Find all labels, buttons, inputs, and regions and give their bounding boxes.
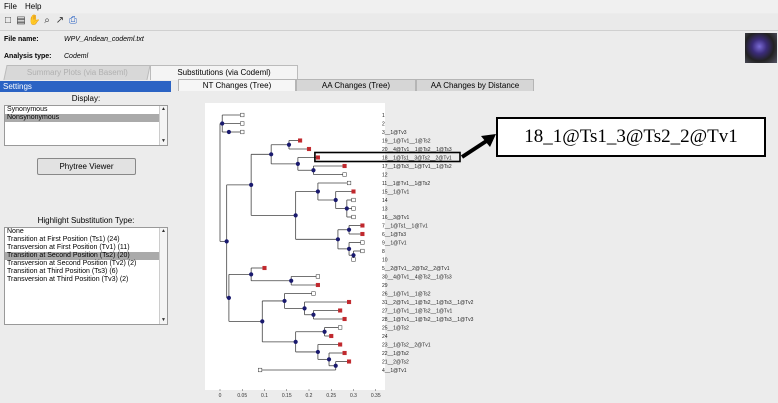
highlight-label: Highlight Substitution Type: (37, 216, 135, 225)
highlight-option-selected[interactable]: Transition at Second Position (Ts2) (20) (5, 252, 167, 260)
tree-leaf-label: 23__1@Ts2__2@Tv1 (382, 343, 431, 349)
display-option-synonymous[interactable]: Synonymous (5, 106, 167, 114)
select-icon[interactable]: ↗ (54, 15, 66, 27)
scroll-down-icon[interactable]: ▼ (161, 318, 166, 323)
tree-plot-area (205, 103, 385, 390)
pan-hand-icon[interactable]: ✋ (28, 15, 40, 27)
highlight-option[interactable]: Transversion at Second Position (Tv2) (2… (5, 260, 167, 268)
import-icon[interactable]: ▤ (15, 15, 27, 27)
highlight-option[interactable]: Transversion at Third Position (Tv3) (2) (5, 276, 167, 284)
sub-tabs: NT Changes (Tree) AA Changes (Tree) AA C… (178, 79, 738, 91)
highlight-option[interactable]: Transition at Third Position (Ts3) (6) (5, 268, 167, 276)
zoom-icon[interactable]: ⌕ (41, 15, 53, 27)
tab-summary-plots-label: Summary Plots (via Baseml) (26, 68, 128, 77)
tree-leaf-label: 27__1@Tv1__1@Ts2__1@Tv1 (382, 309, 452, 315)
scroll-up-icon[interactable]: ▲ (161, 229, 166, 234)
tree-leaf-label: 15__1@Tv1 (382, 190, 410, 196)
x-tick-label: 0.05 (237, 393, 247, 399)
tree-leaf-label: 18__1@Ts1__3@Ts2__2@Tv1 (382, 156, 452, 162)
tab-substitutions[interactable]: Substitutions (via Codeml) (150, 65, 298, 80)
highlight-option[interactable]: Transition at First Position (Ts1) (24) (5, 236, 167, 244)
settings-panel: Settings Display: Synonymous Nonsynonymo… (0, 80, 172, 403)
phytree-viewer-button[interactable]: Phytree Viewer (37, 158, 136, 175)
tree-leaf-label: 17__1@Ts3__1@Tv1__1@Ts2 (382, 164, 452, 170)
toolbar: □ ▤ ✋ ⌕ ↗ ⎙ (0, 14, 778, 31)
highlight-option[interactable]: None (5, 228, 167, 236)
highlight-scrollbar[interactable]: ▲ ▼ (159, 228, 167, 324)
tree-leaf-label: 16__3@Tv1 (382, 215, 410, 221)
analysis-type-label: Analysis type: (4, 53, 52, 60)
tree-leaf-label: 22__1@Ts2 (382, 351, 409, 357)
tab-aa-changes-distance[interactable]: AA Changes by Distance (416, 79, 534, 91)
tree-leaf-label: 30__4@Tv1__4@Ts2__1@Ts3 (382, 275, 452, 281)
tree-leaf-label: 31__2@Tv1__1@Ts2__1@Ts3__1@Tv2 (382, 300, 474, 306)
leaf-callout: 18_1@Ts1_3@Ts2_2@Tv1 (496, 117, 766, 157)
tree-leaf-label: 19__1@Tv1__1@Ts2 (382, 139, 431, 145)
app-logo (745, 33, 777, 63)
x-tick-label: 0.35 (371, 393, 381, 399)
scroll-down-icon[interactable]: ▼ (161, 139, 166, 144)
tree-leaf-label: 25__1@Ts2 (382, 326, 409, 332)
callout-arrow (460, 138, 490, 159)
tree-leaf-label: 5__2@Tv1__2@Ts2__2@Tv1 (382, 266, 450, 272)
menu-help[interactable]: Help (25, 2, 41, 11)
scroll-up-icon[interactable]: ▲ (161, 107, 166, 112)
highlight-listbox[interactable]: None Transition at First Position (Ts1) … (4, 227, 168, 325)
menu-bar: File Help (0, 0, 778, 13)
tree-leaf-label: 7__1@Ts1__1@Tv1 (382, 224, 428, 230)
tree-leaf-label: 26__1@Tv1__1@Ts2 (382, 292, 431, 298)
display-scrollbar[interactable]: ▲ ▼ (159, 106, 167, 145)
display-listbox[interactable]: Synonymous Nonsynonymous ▲ ▼ (4, 105, 168, 146)
tree-leaf-label: 21__2@Ts2 (382, 360, 409, 366)
x-tick-label: 0.3 (350, 393, 357, 399)
menu-file[interactable]: File (4, 2, 17, 11)
tree-leaf-label: 20__4@Tv1__1@Ts2__1@Ts3 (382, 147, 452, 153)
x-tick-label: 0.25 (326, 393, 336, 399)
new-file-icon[interactable]: □ (2, 15, 14, 27)
x-tick-label: 0.15 (282, 393, 292, 399)
tab-nt-changes-tree[interactable]: NT Changes (Tree) (178, 79, 296, 91)
tab-summary-plots[interactable]: Summary Plots (via Baseml) (3, 65, 151, 80)
tree-leaf-label: 4__1@Tv1 (382, 368, 407, 374)
settings-header: Settings (0, 81, 171, 92)
tree-leaf-label: 3__1@Tv3 (382, 130, 407, 136)
tab-aa-changes-tree[interactable]: AA Changes (Tree) (296, 79, 416, 91)
highlight-option[interactable]: Transversion at First Position (Tv1) (11… (5, 244, 167, 252)
tree-leaf-label: 28__1@Tv1__1@Ts2__1@Ts3__1@Tv3 (382, 317, 474, 323)
callout-arrowhead (481, 134, 496, 147)
tree-leaf-label: 9__1@Tv1 (382, 241, 407, 247)
tree-leaf-label: 11__1@Tv1__1@Ts2 (382, 181, 430, 187)
main-tabs: Summary Plots (via Baseml) Substitutions… (0, 64, 778, 80)
file-name-label: File name: (4, 36, 39, 43)
display-option-nonsynonymous[interactable]: Nonsynonymous (5, 114, 167, 122)
x-tick-label: 0.2 (306, 393, 313, 399)
tree-leaf-label: 6__1@Ts3 (382, 232, 406, 238)
x-tick-label: 0.1 (261, 393, 268, 399)
file-name-value: WPV_Andean_codeml.txt (64, 36, 144, 43)
x-tick-label: 0 (219, 393, 222, 399)
info-bar: File name: WPV_Andean_codeml.txt Analysi… (0, 31, 778, 65)
display-label: Display: (71, 94, 101, 103)
analysis-type-value: Codeml (64, 53, 89, 60)
tab-substitutions-label: Substitutions (via Codeml) (177, 68, 271, 77)
print-icon[interactable]: ⎙ (67, 15, 79, 27)
